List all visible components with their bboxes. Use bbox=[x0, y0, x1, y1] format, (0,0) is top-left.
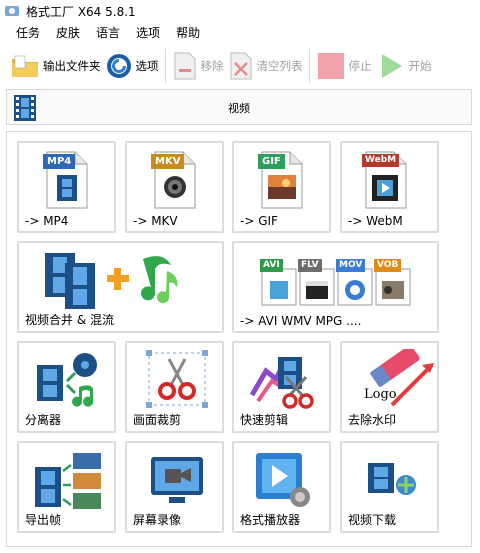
options-gear-icon bbox=[106, 54, 131, 78]
tile-crop[interactable]: 画面裁剪 bbox=[125, 341, 224, 433]
menu-language[interactable]: 语言 bbox=[88, 24, 128, 41]
options-label: 选项 bbox=[135, 59, 159, 73]
tile-mkv[interactable]: MKV -> MKV bbox=[125, 141, 224, 233]
stop-label: 停止 bbox=[348, 59, 372, 73]
vob-tag: VOB bbox=[374, 259, 402, 272]
tile-quick-cut[interactable]: 快速剪辑 bbox=[232, 341, 331, 433]
toolbar-separator bbox=[164, 49, 166, 83]
player-icon bbox=[256, 453, 310, 507]
multi-format-icons: AVI FLV MOV VOB bbox=[260, 259, 420, 307]
output-folder-button[interactable]: 输出文件夹 bbox=[10, 48, 101, 84]
tile-webm-label: -> WebM bbox=[348, 214, 403, 228]
app-logo-icon bbox=[5, 6, 19, 16]
avi-tag: AVI bbox=[260, 259, 283, 272]
tile-video-download[interactable]: 视频下载 bbox=[340, 441, 439, 533]
tile-multi-format-label: -> AVI WMV MPG .... bbox=[240, 314, 362, 328]
crop-scissors-icon bbox=[146, 350, 208, 408]
gif-tag: GIF bbox=[258, 154, 285, 169]
start-button[interactable]: 开始 bbox=[376, 48, 432, 84]
tile-crop-label: 画面裁剪 bbox=[133, 413, 182, 427]
menu-bar: 任务 皮肤 语言 选项 帮助 bbox=[0, 22, 480, 42]
tile-multi-format[interactable]: AVI FLV MOV VOB -> AVI WMV MPG .... bbox=[232, 241, 439, 333]
mp4-file-icon: MP4 bbox=[43, 151, 89, 209]
video-download-icon bbox=[368, 463, 416, 495]
mov-tag: MOV bbox=[336, 259, 366, 272]
menu-skin[interactable]: 皮肤 bbox=[48, 24, 88, 41]
tile-webm[interactable]: WebM -> WebM bbox=[340, 141, 439, 233]
screen-record-icon bbox=[151, 457, 203, 503]
merge-video-music-icon bbox=[45, 253, 178, 309]
tile-quick-cut-label: 快速剪辑 bbox=[240, 413, 289, 427]
tile-export-frames-label: 导出帧 bbox=[25, 513, 62, 527]
tile-screen-record[interactable]: 屏幕录像 bbox=[125, 441, 224, 533]
quick-cut-icon bbox=[249, 357, 314, 409]
tile-merge-label: 视频合并 & 混流 bbox=[25, 313, 114, 327]
export-frames-icon bbox=[35, 453, 101, 509]
window-title: 格式工厂 X64 5.8.1 bbox=[26, 4, 136, 19]
section-title: 视频 bbox=[228, 102, 250, 115]
start-label: 开始 bbox=[408, 59, 432, 73]
remove-doc-icon bbox=[174, 52, 195, 80]
tile-merge[interactable]: 视频合并 & 混流 bbox=[17, 241, 224, 333]
gif-file-icon: GIF bbox=[258, 151, 304, 209]
mkv-file-icon: MKV bbox=[151, 151, 197, 209]
remove-label: 移除 bbox=[200, 59, 224, 73]
tile-export-frames[interactable]: 导出帧 bbox=[17, 441, 116, 533]
options-button[interactable]: 选项 bbox=[105, 48, 159, 84]
tile-gif[interactable]: GIF -> GIF bbox=[232, 141, 331, 233]
clear-list-icon bbox=[230, 52, 251, 80]
folder-icon bbox=[12, 55, 38, 77]
tile-gif-label: -> GIF bbox=[240, 214, 278, 228]
tile-player-label: 格式播放器 bbox=[240, 513, 301, 527]
splitter-icon bbox=[37, 353, 97, 407]
tile-splitter[interactable]: 分离器 bbox=[17, 341, 116, 433]
stop-icon bbox=[317, 53, 344, 79]
tile-video-download-label: 视频下载 bbox=[348, 513, 397, 527]
tile-screen-record-label: 屏幕录像 bbox=[133, 513, 182, 527]
clear-list-button[interactable]: 清空列表 bbox=[228, 48, 303, 84]
output-folder-label: 输出文件夹 bbox=[43, 59, 101, 73]
tile-player[interactable]: 格式播放器 bbox=[232, 441, 331, 533]
title-bar: 格式工厂 X64 5.8.1 bbox=[0, 0, 480, 22]
tile-watermark-remove[interactable]: Logo 去除水印 bbox=[340, 341, 439, 433]
tile-mp4-label: -> MP4 bbox=[25, 214, 69, 228]
menu-task[interactable]: 任务 bbox=[8, 24, 48, 41]
stop-button[interactable]: 停止 bbox=[316, 48, 372, 84]
play-icon bbox=[381, 54, 402, 78]
mp4-tag: MP4 bbox=[43, 154, 76, 169]
mkv-tag: MKV bbox=[151, 154, 185, 169]
toolbar: 输出文件夹 选项 移除 清空列表 停止 开始 bbox=[0, 44, 480, 88]
webm-tag: WebM bbox=[362, 154, 400, 167]
tile-mkv-label: -> MKV bbox=[133, 214, 178, 228]
logo-sample-text: Logo bbox=[364, 387, 397, 402]
menu-help[interactable]: 帮助 bbox=[168, 24, 208, 41]
toolbar-separator bbox=[308, 49, 310, 83]
webm-file-icon: WebM bbox=[362, 151, 408, 209]
menu-options[interactable]: 选项 bbox=[128, 24, 168, 41]
flv-tag: FLV bbox=[298, 259, 322, 272]
video-section-header[interactable]: 视频 bbox=[6, 89, 472, 125]
clear-list-label: 清空列表 bbox=[256, 59, 303, 73]
remove-button[interactable]: 移除 bbox=[172, 48, 224, 84]
tile-watermark-label: 去除水印 bbox=[348, 413, 397, 427]
tile-mp4[interactable]: MP4 -> MP4 bbox=[17, 141, 116, 233]
video-tools-panel: MP4 -> MP4 MKV -> MKV GIF -> GIF WebM ->… bbox=[6, 131, 472, 547]
tile-splitter-label: 分离器 bbox=[25, 413, 62, 427]
